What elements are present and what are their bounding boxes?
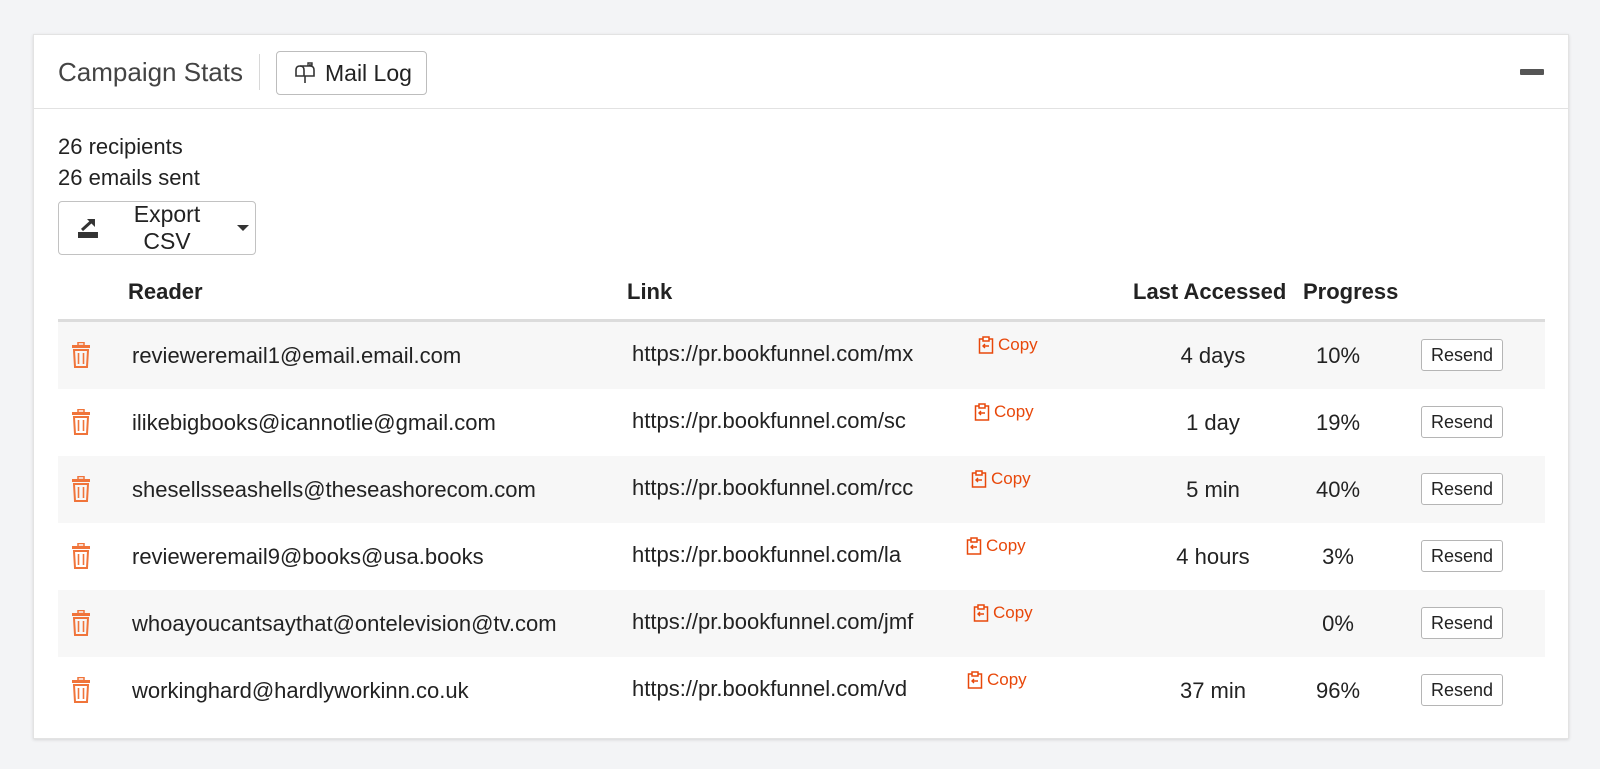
last-accessed: 1 day: [1186, 410, 1240, 435]
copy-label: Copy: [987, 670, 1027, 689]
trash-icon[interactable]: [70, 543, 92, 569]
campaign-stats-panel: Campaign Stats Mail Log 26 recipients 26…: [33, 34, 1569, 739]
campaign-summary: 26 recipients 26 emails sent: [58, 131, 200, 193]
column-header-last-accessed: Last Accessed: [1133, 279, 1287, 304]
progress: 96%: [1315, 678, 1361, 703]
resend-button[interactable]: Resend: [1421, 540, 1503, 572]
resend-button[interactable]: Resend: [1421, 674, 1503, 706]
progress: 3%: [1322, 544, 1354, 569]
last-accessed: 4 days: [1180, 343, 1246, 368]
progress: 0%: [1322, 611, 1354, 636]
reader-email: shesellsseashells@theseashorecom.com: [132, 477, 536, 502]
copy-link-button[interactable]: Copy: [978, 335, 1038, 355]
reader-email: revieweremail1@email.email.com: [132, 343, 462, 368]
minus-icon: [1520, 69, 1544, 75]
progress: 10%: [1315, 343, 1361, 368]
column-header-reader: Reader: [128, 279, 203, 304]
table-header: Reader Link Last Accessed Progress: [58, 271, 1545, 322]
table-row: shesellsseashells@theseashorecom.com htt…: [58, 456, 1545, 523]
last-accessed: 37 min: [1179, 678, 1247, 703]
copy-link-button[interactable]: Copy: [966, 536, 1026, 556]
panel-title: Campaign Stats: [58, 57, 243, 87]
table-row: revieweremail1@email.email.com https://p…: [58, 322, 1545, 389]
clipboard-icon: [966, 537, 982, 555]
reader-link: https://pr.bookfunnel.com/rcc: [632, 475, 914, 500]
trash-icon[interactable]: [70, 409, 92, 435]
column-header-link: Link: [627, 279, 673, 304]
trash-icon[interactable]: [70, 677, 92, 703]
mailbox-icon: [295, 62, 315, 83]
export-icon: [77, 218, 98, 238]
clipboard-icon: [978, 336, 994, 354]
panel-header: Campaign Stats Mail Log: [34, 35, 1568, 109]
trash-icon[interactable]: [70, 610, 92, 636]
copy-label: Copy: [986, 536, 1026, 555]
copy-link-button[interactable]: Copy: [971, 469, 1031, 489]
page: Campaign Stats Mail Log 26 recipients 26…: [0, 0, 1600, 769]
reader-email: revieweremail9@books@usa.books: [132, 544, 484, 569]
clipboard-icon: [967, 671, 983, 689]
header-divider: [259, 54, 260, 90]
recipients-count: 26 recipients: [58, 134, 183, 159]
copy-link-button[interactable]: Copy: [973, 603, 1033, 623]
progress: 40%: [1315, 477, 1361, 502]
reader-link: https://pr.bookfunnel.com/jmf: [632, 609, 914, 634]
progress: 19%: [1315, 410, 1361, 435]
resend-button[interactable]: Resend: [1421, 607, 1503, 639]
trash-icon[interactable]: [70, 342, 92, 368]
table-row: ilikebigbooks@icannotlie@gmail.com https…: [58, 389, 1545, 456]
copy-label: Copy: [998, 335, 1038, 354]
table-row: revieweremail9@books@usa.books https://p…: [58, 523, 1545, 590]
resend-button[interactable]: Resend: [1421, 406, 1503, 438]
copy-link-button[interactable]: Copy: [974, 402, 1034, 422]
collapse-button[interactable]: [1520, 65, 1544, 79]
reader-email: whoayoucantsaythat@ontelevision@tv.com: [132, 611, 557, 636]
reader-email: ilikebigbooks@icannotlie@gmail.com: [132, 410, 496, 435]
reader-link: https://pr.bookfunnel.com/la: [632, 542, 902, 567]
copy-link-button[interactable]: Copy: [967, 670, 1027, 690]
copy-label: Copy: [991, 469, 1031, 488]
trash-icon[interactable]: [70, 476, 92, 502]
clipboard-icon: [974, 403, 990, 421]
column-header-progress: Progress: [1303, 279, 1399, 304]
copy-label: Copy: [994, 402, 1034, 421]
table-row: whoayoucantsaythat@ontelevision@tv.com h…: [58, 590, 1545, 657]
last-accessed: 4 hours: [1176, 544, 1250, 569]
emails-sent-count: 26 emails sent: [58, 165, 200, 190]
export-csv-button[interactable]: Export CSV: [58, 201, 256, 255]
clipboard-icon: [973, 604, 989, 622]
export-csv-label: Export CSV: [133, 201, 201, 254]
mail-log-button[interactable]: Mail Log: [276, 51, 427, 95]
recipients-table: Reader Link Last Accessed Progress revie…: [58, 271, 1545, 724]
reader-link: https://pr.bookfunnel.com/sc: [632, 408, 906, 433]
caret-down-icon: [237, 225, 249, 231]
reader-link: https://pr.bookfunnel.com/vd: [632, 676, 908, 701]
resend-button[interactable]: Resend: [1421, 339, 1503, 371]
clipboard-icon: [971, 470, 987, 488]
reader-link: https://pr.bookfunnel.com/mx: [632, 341, 914, 366]
resend-button[interactable]: Resend: [1421, 473, 1503, 505]
reader-email: workinghard@hardlyworkinn.co.uk: [132, 678, 469, 703]
last-accessed: 5 min: [1186, 477, 1240, 502]
mail-log-label: Mail Log: [325, 59, 412, 86]
copy-label: Copy: [993, 603, 1033, 622]
table-row: workinghard@hardlyworkinn.co.uk https://…: [58, 657, 1545, 724]
